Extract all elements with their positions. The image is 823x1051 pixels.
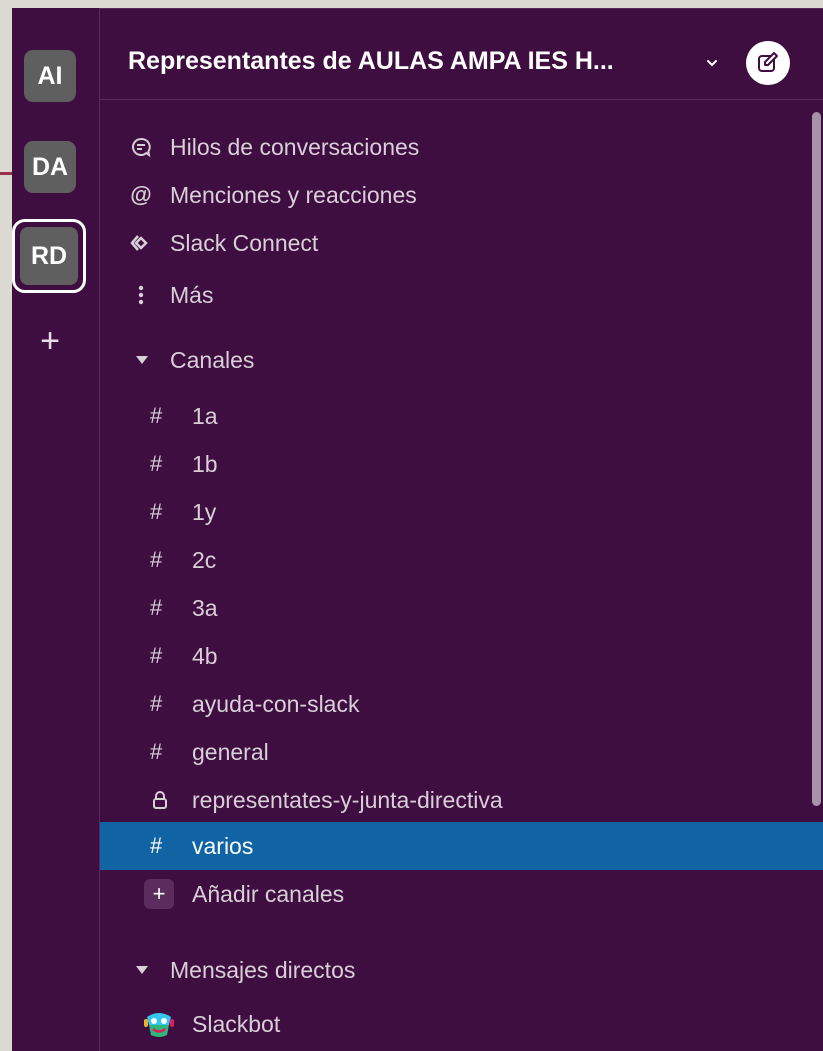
compose-icon — [758, 52, 778, 72]
workspace-initials: DA — [31, 152, 69, 181]
chevron-down-icon[interactable] — [706, 57, 718, 69]
channel-item[interactable]: # 1y — [100, 490, 811, 534]
channel-name: general — [192, 738, 269, 765]
workspace-da-button[interactable]: DA — [24, 141, 76, 193]
nav-label: Más — [170, 281, 214, 308]
channel-item[interactable]: # ayuda-con-slack — [100, 682, 811, 726]
channel-name: representates-y-junta-directiva — [192, 786, 503, 813]
nav-slack-connect[interactable]: Slack Connect — [100, 221, 811, 265]
channel-name: 4b — [192, 642, 218, 669]
nav-label: Menciones y reacciones — [170, 181, 417, 208]
workspace-initials: AI — [37, 61, 63, 90]
nav-label: Hilos de conversaciones — [170, 133, 420, 160]
at-mention-icon: @ — [130, 182, 152, 207]
channel-item[interactable]: # 1b — [100, 442, 811, 486]
slack-app: AI DA RD + Representantes de AULAS AMPA … — [12, 8, 823, 1051]
sidebar-header: Representantes de AULAS AMPA IES H... — [100, 8, 823, 100]
section-label: Canales — [170, 346, 255, 373]
add-workspace-button[interactable]: + — [34, 324, 66, 358]
dm-item-slackbot[interactable]: Slackbot — [100, 1002, 811, 1046]
sidebar-scrollbar[interactable] — [812, 112, 821, 806]
channel-name: 1y — [192, 498, 217, 525]
channel-name: 1a — [192, 402, 218, 429]
channel-item[interactable]: # 4b — [100, 634, 811, 678]
dm-name: Slackbot — [192, 1010, 281, 1037]
hash-icon: # — [150, 547, 163, 572]
nav-more[interactable]: Más — [100, 273, 811, 317]
channel-item-private[interactable]: representates-y-junta-directiva — [100, 778, 811, 822]
threads-icon — [130, 136, 152, 158]
add-channels-label: Añadir canales — [192, 880, 345, 907]
channel-item[interactable]: # 2c — [100, 538, 811, 582]
channel-item[interactable]: # 3a — [100, 586, 811, 630]
nav-label: Slack Connect — [170, 229, 319, 256]
hash-icon: # — [150, 691, 163, 716]
hash-icon: # — [150, 739, 163, 764]
compose-button[interactable] — [746, 41, 790, 85]
channel-name: ayuda-con-slack — [192, 690, 360, 717]
section-label: Mensajes directos — [170, 956, 356, 983]
channel-item-selected[interactable]: # varios — [100, 822, 823, 870]
channel-item[interactable]: # general — [100, 730, 811, 774]
channels-section-header[interactable]: Canales — [100, 338, 811, 382]
hash-icon: # — [150, 643, 163, 668]
dm-section-header[interactable]: Mensajes directos — [100, 948, 811, 992]
workspace-rd-avatar: RD — [20, 227, 78, 285]
channel-name: varios — [192, 832, 254, 859]
channel-sidebar: Representantes de AULAS AMPA IES H... Hi… — [100, 8, 823, 1051]
channel-name: 2c — [192, 546, 217, 573]
hash-icon: # — [150, 403, 163, 428]
plus-icon: + — [144, 879, 174, 909]
hash-icon: # — [150, 595, 163, 620]
plus-icon: + — [40, 322, 60, 360]
nav-mentions[interactable]: @ Menciones y reacciones — [100, 173, 811, 217]
lock-icon — [153, 791, 167, 809]
workspace-rd-button[interactable]: RD — [12, 219, 86, 293]
nav-threads[interactable]: Hilos de conversaciones — [100, 125, 811, 169]
slackbot-avatar-icon — [142, 1007, 176, 1041]
hash-icon: # — [150, 451, 163, 476]
workspace-ai-button[interactable]: AI — [24, 50, 76, 102]
slack-connect-icon — [130, 232, 152, 254]
hash-icon: # — [150, 499, 163, 524]
workspace-name-button[interactable]: Representantes de AULAS AMPA IES H... — [128, 47, 614, 76]
more-vertical-icon — [130, 284, 152, 306]
workspace-initials: RD — [30, 241, 68, 270]
caret-down-icon — [136, 356, 148, 364]
add-channels-button[interactable]: + Añadir canales — [100, 872, 811, 916]
channel-item[interactable]: # 1a — [100, 394, 811, 438]
hash-icon: # — [150, 833, 163, 858]
channel-name: 1b — [192, 450, 218, 477]
channel-name: 3a — [192, 594, 218, 621]
caret-down-icon — [136, 966, 148, 974]
workspace-rail: AI DA RD + — [12, 8, 100, 1051]
